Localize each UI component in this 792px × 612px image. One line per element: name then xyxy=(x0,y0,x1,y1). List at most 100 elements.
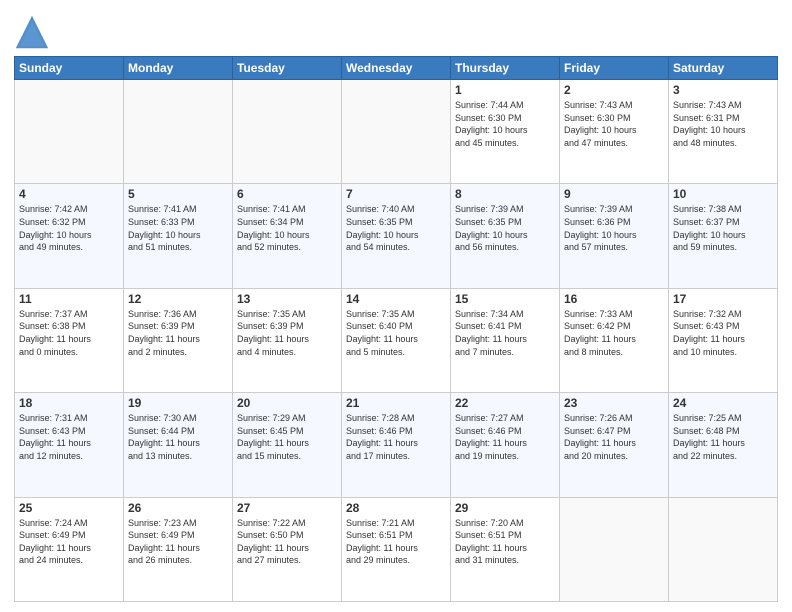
col-header-thursday: Thursday xyxy=(451,57,560,80)
day-number: 5 xyxy=(128,187,228,201)
day-info: Sunrise: 7:31 AM Sunset: 6:43 PM Dayligh… xyxy=(19,412,119,462)
day-number: 28 xyxy=(346,501,446,515)
day-number: 17 xyxy=(673,292,773,306)
day-number: 4 xyxy=(19,187,119,201)
day-info: Sunrise: 7:24 AM Sunset: 6:49 PM Dayligh… xyxy=(19,517,119,567)
calendar-day-13: 13 Sunrise: 7:35 AM Sunset: 6:39 PM Dayli… xyxy=(233,288,342,392)
day-number: 24 xyxy=(673,396,773,410)
calendar-day-11: 11 Sunrise: 7:37 AM Sunset: 6:38 PM Dayli… xyxy=(15,288,124,392)
calendar-day-29: 29 Sunrise: 7:20 AM Sunset: 6:51 PM Dayli… xyxy=(451,497,560,601)
day-number: 8 xyxy=(455,187,555,201)
day-info: Sunrise: 7:41 AM Sunset: 6:33 PM Dayligh… xyxy=(128,203,228,253)
calendar-day-12: 12 Sunrise: 7:36 AM Sunset: 6:39 PM Dayli… xyxy=(124,288,233,392)
day-info: Sunrise: 7:38 AM Sunset: 6:37 PM Dayligh… xyxy=(673,203,773,253)
col-header-wednesday: Wednesday xyxy=(342,57,451,80)
calendar-day-8: 8 Sunrise: 7:39 AM Sunset: 6:35 PM Daylig… xyxy=(451,184,560,288)
calendar-day-3: 3Sunrise: 7:43 AM Sunset: 6:31 PM Daylig… xyxy=(669,80,778,184)
logo xyxy=(14,14,52,50)
day-number: 15 xyxy=(455,292,555,306)
day-info: Sunrise: 7:34 AM Sunset: 6:41 PM Dayligh… xyxy=(455,308,555,358)
day-info: Sunrise: 7:43 AM Sunset: 6:30 PM Dayligh… xyxy=(564,99,664,149)
calendar-day-16: 16 Sunrise: 7:33 AM Sunset: 6:42 PM Dayli… xyxy=(560,288,669,392)
calendar-header-row: SundayMondayTuesdayWednesdayThursdayFrid… xyxy=(15,57,778,80)
day-number: 20 xyxy=(237,396,337,410)
day-number: 12 xyxy=(128,292,228,306)
day-number: 3 xyxy=(673,83,773,97)
day-info: Sunrise: 7:29 AM Sunset: 6:45 PM Dayligh… xyxy=(237,412,337,462)
calendar-day-empty xyxy=(233,80,342,184)
calendar-day-18: 18 Sunrise: 7:31 AM Sunset: 6:43 PM Dayli… xyxy=(15,393,124,497)
day-info: Sunrise: 7:21 AM Sunset: 6:51 PM Dayligh… xyxy=(346,517,446,567)
day-info: Sunrise: 7:35 AM Sunset: 6:39 PM Dayligh… xyxy=(237,308,337,358)
calendar-day-27: 27Sunrise: 7:22 AM Sunset: 6:50 PM Dayli… xyxy=(233,497,342,601)
calendar-week-4: 18 Sunrise: 7:31 AM Sunset: 6:43 PM Dayli… xyxy=(15,393,778,497)
calendar-day-empty xyxy=(124,80,233,184)
day-number: 1 xyxy=(455,83,555,97)
calendar-day-21: 21 Sunrise: 7:28 AM Sunset: 6:46 PM Dayli… xyxy=(342,393,451,497)
day-info: Sunrise: 7:42 AM Sunset: 6:32 PM Dayligh… xyxy=(19,203,119,253)
calendar-day-6: 6 Sunrise: 7:41 AM Sunset: 6:34 PM Daylig… xyxy=(233,184,342,288)
calendar-day-15: 15 Sunrise: 7:34 AM Sunset: 6:41 PM Dayli… xyxy=(451,288,560,392)
day-info: Sunrise: 7:32 AM Sunset: 6:43 PM Dayligh… xyxy=(673,308,773,358)
calendar-day-empty xyxy=(15,80,124,184)
calendar-day-5: 5 Sunrise: 7:41 AM Sunset: 6:33 PM Daylig… xyxy=(124,184,233,288)
day-number: 18 xyxy=(19,396,119,410)
day-number: 11 xyxy=(19,292,119,306)
day-info: Sunrise: 7:41 AM Sunset: 6:34 PM Dayligh… xyxy=(237,203,337,253)
col-header-sunday: Sunday xyxy=(15,57,124,80)
day-info: Sunrise: 7:37 AM Sunset: 6:38 PM Dayligh… xyxy=(19,308,119,358)
day-number: 29 xyxy=(455,501,555,515)
calendar-week-5: 25 Sunrise: 7:24 AM Sunset: 6:49 PM Dayli… xyxy=(15,497,778,601)
calendar-day-4: 4 Sunrise: 7:42 AM Sunset: 6:32 PM Daylig… xyxy=(15,184,124,288)
day-number: 22 xyxy=(455,396,555,410)
day-info: Sunrise: 7:30 AM Sunset: 6:44 PM Dayligh… xyxy=(128,412,228,462)
day-number: 26 xyxy=(128,501,228,515)
calendar-day-empty xyxy=(342,80,451,184)
day-info: Sunrise: 7:25 AM Sunset: 6:48 PM Dayligh… xyxy=(673,412,773,462)
calendar-day-22: 22 Sunrise: 7:27 AM Sunset: 6:46 PM Dayli… xyxy=(451,393,560,497)
day-info: Sunrise: 7:39 AM Sunset: 6:35 PM Dayligh… xyxy=(455,203,555,253)
calendar-day-14: 14 Sunrise: 7:35 AM Sunset: 6:40 PM Dayli… xyxy=(342,288,451,392)
day-number: 27 xyxy=(237,501,337,515)
day-number: 19 xyxy=(128,396,228,410)
day-number: 7 xyxy=(346,187,446,201)
day-number: 14 xyxy=(346,292,446,306)
day-info: Sunrise: 7:23 AM Sunset: 6:49 PM Dayligh… xyxy=(128,517,228,567)
day-info: Sunrise: 7:27 AM Sunset: 6:46 PM Dayligh… xyxy=(455,412,555,462)
day-number: 13 xyxy=(237,292,337,306)
calendar-day-24: 24 Sunrise: 7:25 AM Sunset: 6:48 PM Dayli… xyxy=(669,393,778,497)
day-info: Sunrise: 7:35 AM Sunset: 6:40 PM Dayligh… xyxy=(346,308,446,358)
calendar-day-20: 20 Sunrise: 7:29 AM Sunset: 6:45 PM Dayli… xyxy=(233,393,342,497)
calendar-day-26: 26 Sunrise: 7:23 AM Sunset: 6:49 PM Dayli… xyxy=(124,497,233,601)
day-number: 21 xyxy=(346,396,446,410)
calendar-day-17: 17 Sunrise: 7:32 AM Sunset: 6:43 PM Dayli… xyxy=(669,288,778,392)
day-info: Sunrise: 7:36 AM Sunset: 6:39 PM Dayligh… xyxy=(128,308,228,358)
day-info: Sunrise: 7:26 AM Sunset: 6:47 PM Dayligh… xyxy=(564,412,664,462)
day-number: 23 xyxy=(564,396,664,410)
day-info: Sunrise: 7:40 AM Sunset: 6:35 PM Dayligh… xyxy=(346,203,446,253)
calendar-day-1: 1Sunrise: 7:44 AM Sunset: 6:30 PM Daylig… xyxy=(451,80,560,184)
col-header-tuesday: Tuesday xyxy=(233,57,342,80)
day-number: 9 xyxy=(564,187,664,201)
calendar-day-2: 2Sunrise: 7:43 AM Sunset: 6:30 PM Daylig… xyxy=(560,80,669,184)
day-info: Sunrise: 7:39 AM Sunset: 6:36 PM Dayligh… xyxy=(564,203,664,253)
calendar-day-25: 25 Sunrise: 7:24 AM Sunset: 6:49 PM Dayli… xyxy=(15,497,124,601)
page-header xyxy=(14,10,778,50)
day-number: 6 xyxy=(237,187,337,201)
col-header-saturday: Saturday xyxy=(669,57,778,80)
day-info: Sunrise: 7:33 AM Sunset: 6:42 PM Dayligh… xyxy=(564,308,664,358)
calendar-day-10: 10Sunrise: 7:38 AM Sunset: 6:37 PM Dayli… xyxy=(669,184,778,288)
calendar-week-1: 1Sunrise: 7:44 AM Sunset: 6:30 PM Daylig… xyxy=(15,80,778,184)
day-number: 16 xyxy=(564,292,664,306)
day-info: Sunrise: 7:28 AM Sunset: 6:46 PM Dayligh… xyxy=(346,412,446,462)
day-number: 25 xyxy=(19,501,119,515)
calendar-day-23: 23 Sunrise: 7:26 AM Sunset: 6:47 PM Dayli… xyxy=(560,393,669,497)
calendar-week-3: 11 Sunrise: 7:37 AM Sunset: 6:38 PM Dayli… xyxy=(15,288,778,392)
calendar-day-7: 7 Sunrise: 7:40 AM Sunset: 6:35 PM Daylig… xyxy=(342,184,451,288)
calendar-table: SundayMondayTuesdayWednesdayThursdayFrid… xyxy=(14,56,778,602)
day-info: Sunrise: 7:20 AM Sunset: 6:51 PM Dayligh… xyxy=(455,517,555,567)
calendar-day-9: 9 Sunrise: 7:39 AM Sunset: 6:36 PM Daylig… xyxy=(560,184,669,288)
col-header-friday: Friday xyxy=(560,57,669,80)
calendar-day-empty xyxy=(560,497,669,601)
calendar-week-2: 4 Sunrise: 7:42 AM Sunset: 6:32 PM Daylig… xyxy=(15,184,778,288)
